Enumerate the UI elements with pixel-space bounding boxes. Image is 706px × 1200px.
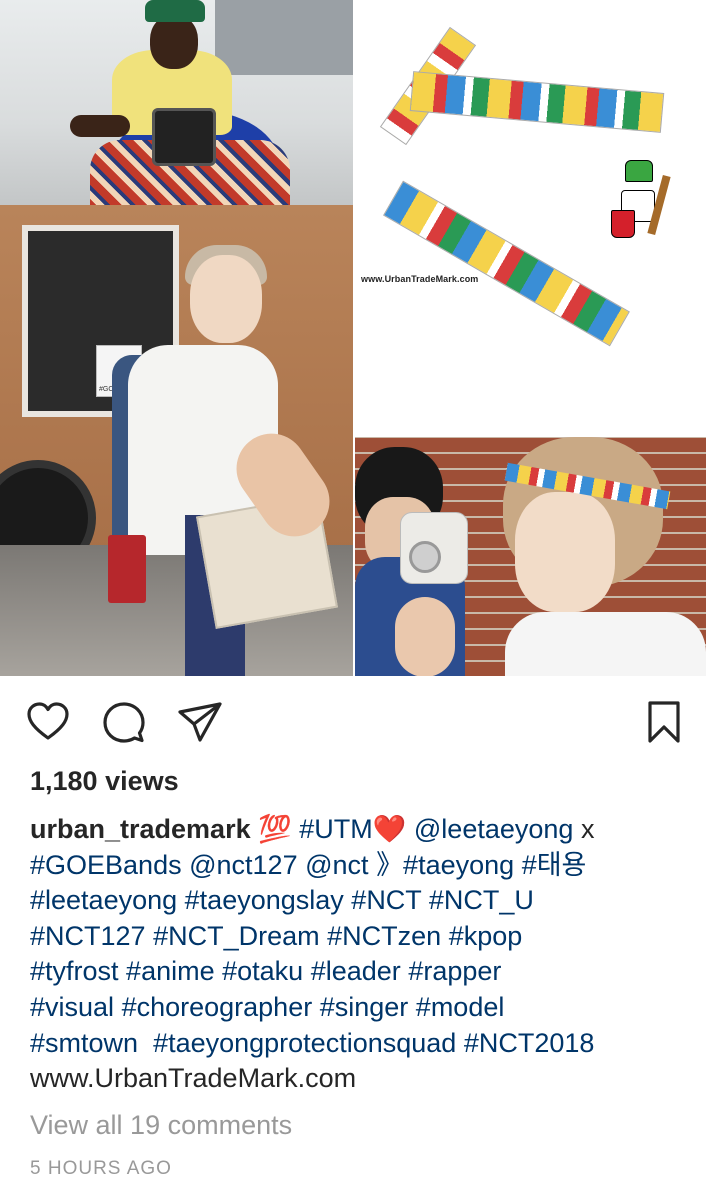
hashtag[interactable]: #taeyongprotectionsquad bbox=[153, 1028, 456, 1058]
hashtag[interactable]: #taeyongslay bbox=[185, 885, 344, 915]
hashtag[interactable]: #model bbox=[416, 992, 505, 1022]
mention[interactable]: @nct bbox=[305, 850, 368, 880]
heart-outline-icon bbox=[27, 702, 69, 740]
hashtag[interactable]: #choreographer bbox=[122, 992, 313, 1022]
speech-bubble-icon bbox=[103, 702, 145, 743]
post-image-collage[interactable]: www.UrbanTradeMark.com #GOEvibes bbox=[0, 0, 706, 676]
product-watermark-url: www.UrbanTradeMark.com bbox=[361, 274, 479, 284]
mention[interactable]: @nct127 bbox=[189, 850, 297, 880]
hashtag[interactable]: #GOEBands bbox=[30, 850, 182, 880]
hashtag[interactable]: 》#taeyong bbox=[376, 850, 514, 880]
caption-text: x bbox=[580, 814, 595, 844]
photo-man-seated-in-van bbox=[0, 0, 353, 205]
photo-person-at-food-truck: #GOEvibes bbox=[0, 205, 353, 676]
share-button[interactable] bbox=[176, 698, 224, 746]
hashtag[interactable]: #태용 bbox=[522, 850, 587, 880]
hashtag[interactable]: #singer bbox=[320, 992, 409, 1022]
website-link[interactable]: www.UrbanTradeMark.com bbox=[30, 1063, 356, 1093]
painter-mascot-logo bbox=[611, 160, 671, 246]
hashtag[interactable]: #leetaeyong bbox=[30, 885, 177, 915]
red-heart-emoji: ❤️ bbox=[372, 814, 407, 844]
save-button[interactable] bbox=[640, 698, 688, 746]
hashtag[interactable]: #otaku bbox=[222, 956, 303, 986]
hashtag[interactable]: #NCT_U bbox=[429, 885, 534, 915]
post-timestamp: 5 HOURS AGO bbox=[30, 1158, 172, 1179]
hashtag[interactable]: #NCT_Dream bbox=[153, 921, 320, 951]
view-all-comments-link[interactable]: View all 19 comments bbox=[30, 1110, 292, 1141]
hashtag[interactable]: #rapper bbox=[408, 956, 501, 986]
post-caption: urban_trademark 💯 #UTM❤️ @leetaeyong x #… bbox=[30, 812, 690, 1097]
photo-headband-product: www.UrbanTradeMark.com bbox=[353, 0, 706, 437]
comment-button[interactable] bbox=[100, 698, 148, 746]
hashtag[interactable]: #tyfrost bbox=[30, 956, 119, 986]
hashtag[interactable]: #kpop bbox=[449, 921, 523, 951]
bookmark-icon bbox=[648, 701, 680, 743]
view-count[interactable]: 1,180 views bbox=[30, 766, 179, 797]
paper-plane-icon bbox=[178, 702, 222, 742]
hashtag[interactable]: #NCT2018 bbox=[464, 1028, 595, 1058]
hashtag[interactable]: #NCT127 bbox=[30, 921, 146, 951]
hundred-points-emoji: 💯 bbox=[258, 814, 292, 844]
author-username[interactable]: urban_trademark bbox=[30, 814, 251, 844]
hashtag[interactable]: #anime bbox=[126, 956, 215, 986]
photo-two-people-with-camera bbox=[355, 437, 706, 676]
hashtag[interactable]: #leader bbox=[311, 956, 401, 986]
hashtag[interactable]: #visual bbox=[30, 992, 114, 1022]
hashtag[interactable]: #UTM bbox=[299, 814, 373, 844]
instant-camera bbox=[400, 512, 468, 584]
hashtag[interactable]: #NCT bbox=[351, 885, 421, 915]
like-button[interactable] bbox=[24, 698, 72, 746]
mention[interactable]: @leetaeyong bbox=[414, 814, 574, 844]
hashtag[interactable]: #NCTzen bbox=[327, 921, 441, 951]
hashtag[interactable]: #smtown bbox=[30, 1028, 138, 1058]
post-action-bar bbox=[0, 690, 706, 750]
